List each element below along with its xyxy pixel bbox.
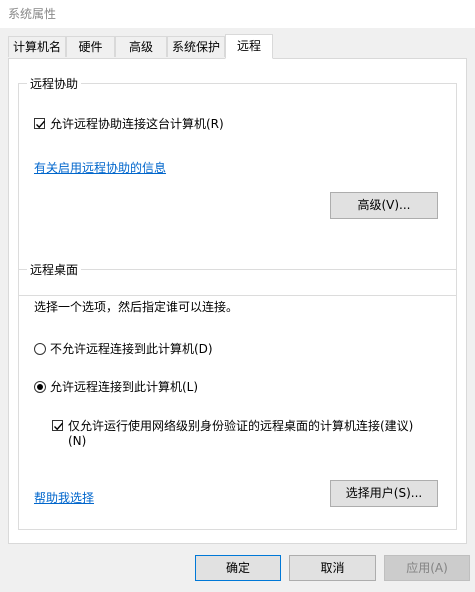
deny-remote-label[interactable]: 不允许远程连接到此计算机(D) xyxy=(50,340,213,357)
apply-button[interactable]: 应用(A) xyxy=(384,555,470,581)
title-bar: 系统属性 xyxy=(0,0,475,28)
remote-assistance-group: 远程协助 允许远程协助连接这台计算机(R) 有关启用远程协助的信息 高级(V).… xyxy=(18,75,457,296)
remote-desktop-group: 远程桌面 选择一个选项，然后指定谁可以连接。 不允许远程连接到此计算机(D) 允… xyxy=(18,261,457,530)
remote-tab-panel: 远程协助 允许远程协助连接这台计算机(R) 有关启用远程协助的信息 高级(V).… xyxy=(8,58,467,544)
remote-desktop-legend: 远程桌面 xyxy=(27,261,82,278)
tab-hardware[interactable]: 硬件 xyxy=(66,36,115,57)
allow-remote-radio[interactable] xyxy=(34,381,46,393)
nla-only-checkbox[interactable] xyxy=(52,420,64,431)
tab-computer-name[interactable]: 计算机名 xyxy=(8,36,66,57)
cancel-button[interactable]: 取消 xyxy=(289,555,376,581)
remote-desktop-instruction: 选择一个选项，然后指定谁可以连接。 xyxy=(34,300,239,314)
allow-remote-assistance-checkbox[interactable] xyxy=(34,118,46,129)
deny-remote-radio[interactable] xyxy=(34,343,46,355)
remote-assistance-info-link[interactable]: 有关启用远程协助的信息 xyxy=(34,159,166,176)
ok-button[interactable]: 确定 xyxy=(195,555,281,581)
remote-assistance-legend: 远程协助 xyxy=(27,75,82,92)
tab-system-protection[interactable]: 系统保护 xyxy=(167,36,225,57)
tab-remote[interactable]: 远程 xyxy=(225,34,273,59)
help-me-choose-link[interactable]: 帮助我选择 xyxy=(34,489,94,506)
check-icon xyxy=(54,422,64,431)
nla-only-label-suffix[interactable]: (N) xyxy=(68,434,86,448)
allow-remote-label[interactable]: 允许远程连接到此计算机(L) xyxy=(50,378,198,395)
advanced-button[interactable]: 高级(V)... xyxy=(330,192,438,219)
select-users-button[interactable]: 选择用户(S)... xyxy=(330,480,438,507)
allow-remote-assistance-label[interactable]: 允许远程协助连接这台计算机(R) xyxy=(50,115,224,132)
window-title: 系统属性 xyxy=(8,7,57,21)
radio-selected-dot xyxy=(37,384,43,390)
check-icon xyxy=(36,120,46,129)
nla-only-label[interactable]: 仅允许运行使用网络级别身份验证的远程桌面的计算机连接(建议) xyxy=(68,417,413,434)
tab-advanced[interactable]: 高级 xyxy=(115,36,167,57)
